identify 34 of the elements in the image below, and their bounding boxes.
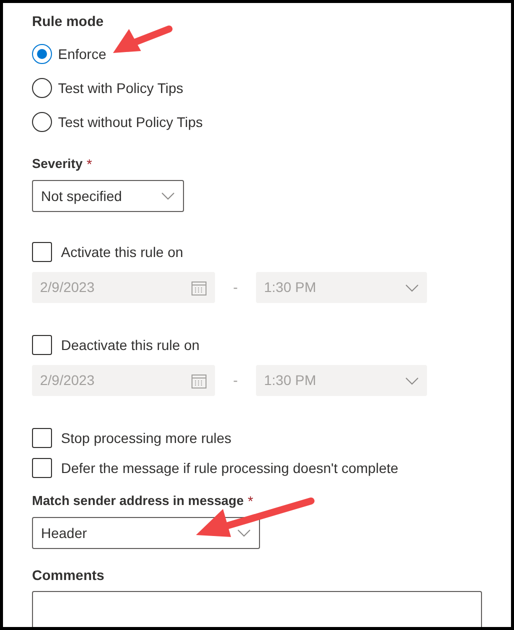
required-asterisk: * — [248, 492, 254, 510]
field-label: Match sender address in message — [32, 492, 244, 510]
severity-dropdown[interactable]: Not specified — [32, 180, 184, 212]
checkbox[interactable] — [32, 458, 52, 478]
checkbox-label: Deactivate this rule on — [61, 336, 200, 354]
radio-button[interactable] — [32, 44, 52, 64]
chevron-down-icon — [237, 529, 251, 537]
radio-label: Test with Policy Tips — [58, 78, 184, 98]
chevron-down-icon — [405, 284, 419, 292]
date-field[interactable]: 2/9/2023 — [32, 272, 215, 303]
range-separator: - — [232, 371, 239, 390]
section-title: Rule mode — [32, 12, 105, 31]
checkbox[interactable] — [32, 428, 52, 448]
calendar-icon — [191, 372, 207, 388]
time-dropdown[interactable]: 1:30 PM — [256, 365, 427, 396]
chevron-down-icon — [161, 192, 175, 200]
checkbox-label: Defer the message if rule processing doesn't complete — [61, 458, 398, 478]
radio-label: Enforce — [58, 44, 106, 64]
checkbox[interactable] — [32, 335, 52, 355]
field-label: Comments — [32, 566, 106, 585]
radio-button[interactable] — [32, 112, 52, 132]
required-asterisk: * — [86, 154, 92, 174]
calendar-icon — [191, 280, 207, 296]
checkbox[interactable] — [32, 242, 52, 262]
range-separator: - — [232, 278, 239, 297]
checkbox-label: Activate this rule on — [61, 242, 184, 262]
date-field[interactable]: 2/9/2023 — [32, 365, 215, 396]
radio-button[interactable] — [32, 78, 52, 98]
checkbox-label: Stop processing more rules — [61, 428, 232, 448]
time-dropdown[interactable]: 1:30 PM — [256, 272, 427, 303]
sender-dropdown[interactable]: Header — [32, 517, 260, 549]
field-label: Severity — [32, 155, 83, 174]
radio-label: Test without Policy Tips — [58, 112, 203, 132]
chevron-down-icon — [405, 376, 419, 384]
